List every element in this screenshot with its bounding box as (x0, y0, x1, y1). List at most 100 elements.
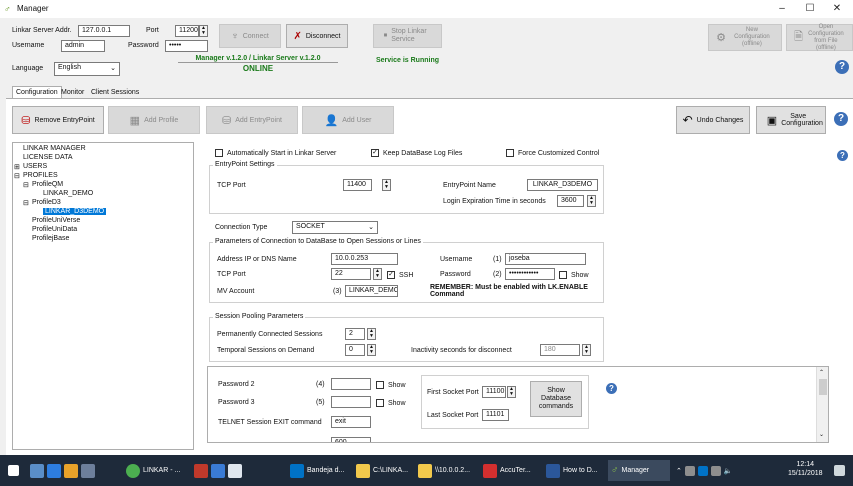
close-button[interactable]: ✕ (826, 2, 848, 16)
help-icon[interactable]: ? (606, 383, 617, 394)
temp-sessions-spinner[interactable]: ▲ ▼ (367, 344, 376, 356)
conn-type-select[interactable]: SOCKET ⌄ (292, 221, 378, 234)
mv-account-field[interactable]: LINKAR_DEMO (345, 285, 398, 297)
taskbar-pinned-apps[interactable] (30, 460, 95, 481)
ep-tcp-port-spinner[interactable]: ▲ ▼ (382, 179, 391, 191)
perm-sessions-field[interactable]: 2 (345, 328, 365, 340)
auto-start-checkbox[interactable]: Automatically Start in Linkar Server (215, 149, 336, 157)
telnet-settings-panel[interactable]: Password 2 (4) Show Password 3 (5) Show … (207, 366, 829, 443)
tab-configuration[interactable]: Configuration (12, 86, 62, 98)
collapse-icon[interactable]: ⊟ (23, 181, 29, 189)
password2-field[interactable] (331, 378, 371, 390)
new-config-button[interactable]: ⚙ New Configuration (offline) (708, 24, 782, 51)
tree-item-license[interactable]: LICENSE DATA (23, 154, 73, 161)
temp-sessions-field[interactable]: 0 (345, 344, 365, 356)
disconnect-button[interactable]: ✗ Disconnect (286, 24, 348, 48)
taskbar-item[interactable]: C:\LINKA... (356, 460, 416, 481)
password3-show-checkbox[interactable]: Show (376, 399, 406, 407)
windows-logo-icon (8, 465, 19, 476)
language-select[interactable]: English ⌄ (54, 62, 120, 76)
telnet-exit-field[interactable]: exit (331, 416, 371, 428)
help-icon[interactable]: ? (834, 112, 848, 126)
config-tree[interactable]: LINKAR MANAGER LICENSE DATA ⊞ USERS ⊟ PR… (12, 142, 194, 450)
tab-client-sessions[interactable]: Client Sessions (88, 87, 142, 98)
scrollbar[interactable]: ⌃ ⌄ (816, 367, 828, 442)
perm-sessions-spinner[interactable]: ▲ ▼ (367, 328, 376, 340)
taskbar-pinned-apps[interactable] (194, 460, 242, 481)
db-password-show-checkbox[interactable]: Show (559, 271, 589, 279)
partial-field[interactable]: 600 (331, 437, 371, 442)
tab-monitor[interactable]: Monitor (58, 87, 87, 98)
taskbar-label: LINKAR - ... (143, 467, 181, 474)
tree-item-linkar-d3demo[interactable]: LINKAR_D3DEMO (43, 208, 107, 215)
inactivity-field[interactable]: 180 (540, 344, 580, 356)
password-field[interactable]: ••••• (165, 40, 208, 52)
db-tcp-port-spinner[interactable]: ▲ ▼ (373, 268, 382, 280)
notifications-icon[interactable] (834, 460, 845, 481)
help-icon[interactable]: ? (835, 60, 849, 74)
username-field[interactable]: admin (61, 40, 105, 52)
ep-tcp-port-field[interactable]: 11400 (343, 179, 372, 191)
ep-expiration-spinner[interactable]: ▲ ▼ (587, 195, 596, 207)
db-tcp-port-field[interactable]: 22 (331, 268, 371, 280)
db-addr-field[interactable]: 10.0.0.253 (331, 253, 398, 265)
db-password-field[interactable]: •••••••••••• (505, 268, 555, 280)
open-config-button[interactable]: 🗎 Open Configuration from File (offline) (786, 24, 853, 51)
windows-start-icon[interactable] (8, 460, 19, 481)
first-socket-port-field[interactable]: 11100 (482, 386, 506, 398)
taskbar-item-active[interactable]: ♂ Manager (608, 460, 670, 481)
port-field[interactable]: 11200 (175, 25, 199, 37)
undo-button[interactable]: ↶ Undo Changes (676, 106, 750, 134)
add-profile-button[interactable]: ▦ Add Profile (108, 106, 200, 134)
tree-item-linkar-manager[interactable]: LINKAR MANAGER (23, 145, 86, 152)
tree-item-profileunidata[interactable]: ProfileUniData (32, 226, 77, 233)
help-icon[interactable]: ? (837, 150, 848, 161)
force-custom-checkbox[interactable]: Force Customized Control (506, 149, 599, 157)
taskbar-item[interactable]: \\10.0.0.2... (418, 460, 478, 481)
add-entrypoint-button[interactable]: ⛁ Add EntryPoint (206, 106, 298, 134)
scroll-thumb[interactable] (819, 379, 827, 395)
tree-item-users[interactable]: USERS (23, 163, 47, 170)
taskbar-item[interactable]: LINKAR - ... (126, 460, 186, 481)
clock[interactable]: 12:14 15/11/2018 (788, 460, 823, 478)
keep-logs-checkbox[interactable]: ✓ Keep DataBase Log Files (371, 149, 462, 157)
show-db-commands-button[interactable]: Show Database commands (530, 381, 582, 417)
stop-service-button[interactable]: ⏹ Stop Linkar Service (373, 24, 442, 48)
tree-item-profileqm[interactable]: ProfileQM (32, 181, 63, 188)
inactivity-spinner[interactable]: ▲ ▼ (582, 344, 591, 356)
folder-icon (356, 463, 370, 478)
tray-icon (684, 465, 695, 476)
ssh-checkbox[interactable]: ✓ SSH (387, 271, 413, 279)
collapse-icon[interactable]: ⊟ (23, 199, 29, 207)
add-user-button[interactable]: 👤 Add User (302, 106, 394, 134)
scroll-up-icon[interactable]: ⌃ (819, 369, 824, 376)
remove-entrypoint-button[interactable]: ⛁ Remove EntryPoint (12, 106, 104, 134)
minimize-button[interactable]: – (771, 2, 793, 16)
checkbox-box (376, 381, 384, 389)
password3-field[interactable] (331, 396, 371, 408)
collapse-icon[interactable]: ⊟ (14, 172, 20, 180)
ep-expiration-field[interactable]: 3600 (557, 195, 584, 207)
tree-item-linkar-demo[interactable]: LINKAR_DEMO (43, 190, 93, 197)
taskbar-item[interactable]: Bandeja d... (290, 460, 350, 481)
tree-item-profiled3[interactable]: ProfileD3 (32, 199, 61, 206)
port-spinner[interactable]: ▲ ▼ (199, 25, 208, 37)
expand-icon[interactable]: ⊞ (14, 163, 20, 171)
taskbar-item[interactable]: How to D... (546, 460, 606, 481)
save-button[interactable]: ▣ Save Configuration (756, 106, 826, 134)
password2-show-checkbox[interactable]: Show (376, 381, 406, 389)
db-username-field[interactable]: joseba (505, 253, 586, 265)
taskbar-item[interactable]: AccuTer... (483, 460, 543, 481)
first-socket-port-spinner[interactable]: ▲ ▼ (507, 386, 516, 398)
scroll-down-icon[interactable]: ⌄ (819, 431, 824, 438)
ep-name-field[interactable]: LINKAR_D3DEMO (527, 179, 598, 191)
last-socket-port-field[interactable]: 11101 (482, 409, 509, 421)
system-tray[interactable]: ⌃ 🔈 (676, 460, 733, 481)
connect-button[interactable]: ♆ Connect (219, 24, 281, 48)
tree-item-profilejbase[interactable]: ProfilejBase (32, 235, 69, 242)
maximize-button[interactable]: ☐ (799, 2, 821, 16)
tree-item-profileuniverse[interactable]: ProfileUniVerse (32, 217, 80, 224)
open-config-label: Open Configuration from File (offline) (808, 23, 844, 51)
server-addr-field[interactable]: 127.0.0.1 (78, 25, 130, 37)
tree-item-profiles[interactable]: PROFILES (23, 172, 58, 179)
